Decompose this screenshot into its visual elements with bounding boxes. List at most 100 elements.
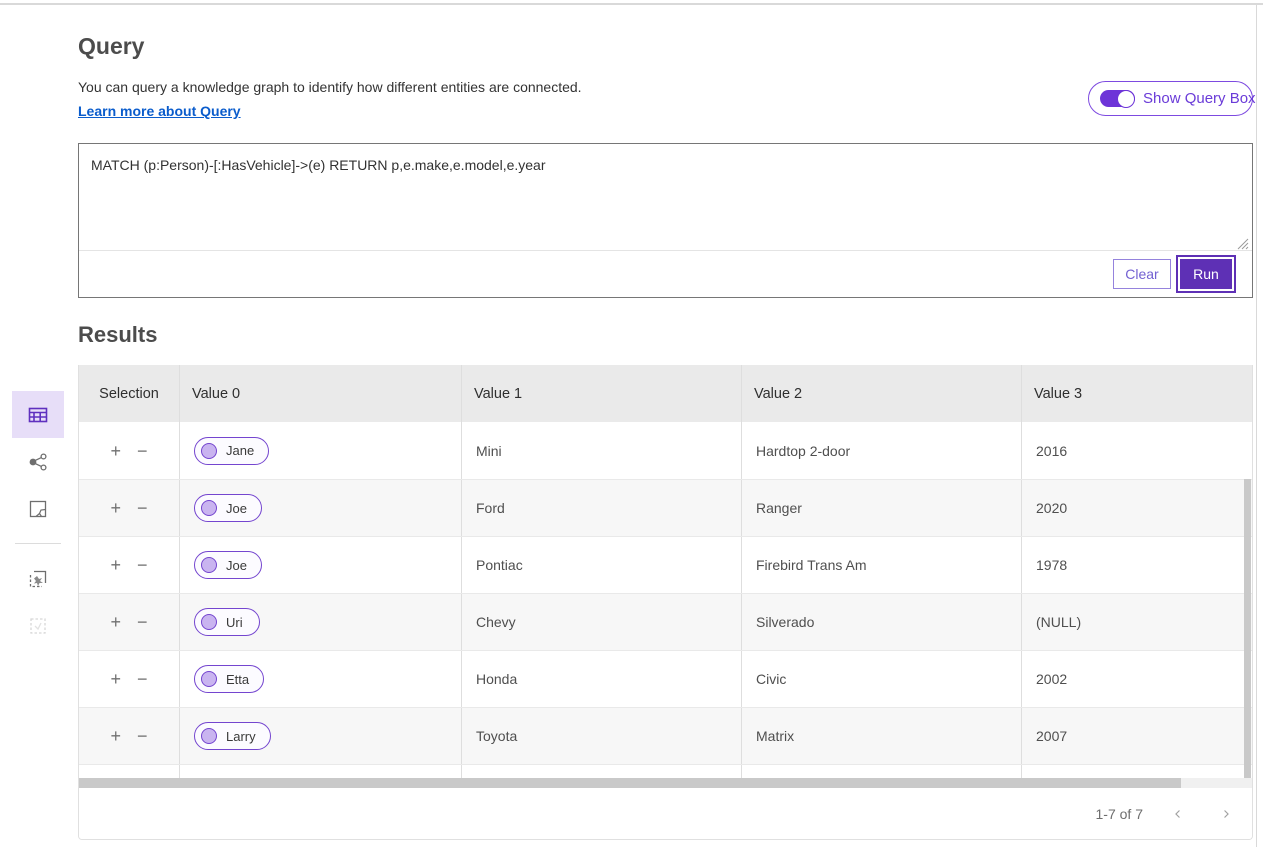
remove-selection-button[interactable]: −: [137, 670, 148, 688]
entity-name: Joe: [226, 501, 247, 516]
remove-selection-button[interactable]: −: [137, 442, 148, 460]
column-header-selection[interactable]: Selection: [79, 365, 179, 422]
top-panel-divider: [0, 3, 1263, 5]
table-row-partial: [79, 764, 1252, 778]
column-header-value1[interactable]: Value 1: [461, 365, 741, 422]
page-title: Query: [78, 33, 144, 60]
selection-cell: + −: [79, 422, 179, 479]
table-row: + − Uri Chevy Silverado (NULL): [79, 593, 1252, 650]
entity-name: Joe: [226, 558, 247, 573]
selection-cell: + −: [79, 480, 179, 536]
expand-selection-button[interactable]: +: [110, 442, 121, 460]
resize-grip-icon[interactable]: [1237, 238, 1249, 250]
value3-cell: (NULL): [1021, 594, 1252, 650]
results-table-card: Selection Value 0 Value 1 Value 2 Value …: [78, 365, 1253, 840]
previous-page-button[interactable]: [1165, 801, 1191, 827]
selection-cell: + −: [79, 537, 179, 593]
value1-cell: Pontiac: [461, 537, 741, 593]
entity-pill[interactable]: Joe: [194, 494, 262, 522]
next-page-button[interactable]: [1213, 801, 1239, 827]
value1-cell: Honda: [461, 651, 741, 707]
remove-selection-button[interactable]: −: [137, 613, 148, 631]
sidebar-item-link-chart-view[interactable]: [12, 438, 64, 485]
remove-selection-button[interactable]: −: [137, 499, 148, 517]
run-button[interactable]: Run: [1180, 259, 1232, 289]
value3-cell: 2020: [1021, 480, 1252, 536]
entity-name: Jane: [226, 443, 254, 458]
entity-cell: Jane: [179, 422, 461, 479]
entity-node-icon: [201, 500, 217, 516]
table-body: + − Jane Mini Hardtop 2-door 2016 + −: [79, 422, 1252, 778]
column-header-value3[interactable]: Value 3: [1021, 365, 1252, 422]
sidebar-divider: [15, 543, 61, 544]
clear-button[interactable]: Clear: [1113, 259, 1171, 289]
entity-pill[interactable]: Uri: [194, 608, 260, 636]
learn-more-link[interactable]: Learn more about Query: [78, 103, 241, 119]
selection-cell: + −: [79, 594, 179, 650]
sidebar-item-table-view[interactable]: [12, 391, 64, 438]
value1-cell: Ford: [461, 480, 741, 536]
pagination-bar: 1-7 of 7: [79, 788, 1252, 839]
expand-selection-button[interactable]: +: [110, 613, 121, 631]
column-header-value2[interactable]: Value 2: [741, 365, 1021, 422]
entity-pill[interactable]: Larry: [194, 722, 271, 750]
expand-selection-button[interactable]: +: [110, 670, 121, 688]
table-row: + − Etta Honda Civic 2002: [79, 650, 1252, 707]
table-row: + − Joe Pontiac Firebird Trans Am 1978: [79, 536, 1252, 593]
query-page: Query You can query a knowledge graph to…: [0, 0, 1263, 847]
entity-name: Larry: [226, 729, 256, 744]
toggle-knob: [1117, 90, 1135, 108]
value1-cell: Chevy: [461, 594, 741, 650]
value3-cell: 2016: [1021, 422, 1252, 479]
entity-node-icon: [201, 671, 217, 687]
entity-cell: Etta: [179, 651, 461, 707]
toggle-switch-icon[interactable]: [1100, 90, 1135, 107]
toggle-label: Show Query Box: [1143, 90, 1256, 107]
entity-cell: Uri: [179, 594, 461, 650]
query-button-bar: Clear Run: [79, 251, 1252, 297]
entity-name: Uri: [226, 615, 243, 630]
value1-cell: Mini: [461, 422, 741, 479]
selection-view-icon: [26, 614, 50, 638]
value2-cell: [741, 765, 1021, 778]
query-input[interactable]: MATCH (p:Person)-[:HasVehicle]->(e) RETU…: [79, 144, 1252, 251]
value3-cell: 2002: [1021, 651, 1252, 707]
sidebar-item-add-to-map[interactable]: [12, 555, 64, 602]
pagination-range: 1-7 of 7: [1096, 806, 1143, 822]
table-row: + − Larry Toyota Matrix 2007: [79, 707, 1252, 764]
entity-node-icon: [201, 728, 217, 744]
right-panel-divider: [1256, 3, 1257, 847]
value2-cell: Hardtop 2-door: [741, 422, 1021, 479]
show-query-box-toggle[interactable]: Show Query Box: [1088, 81, 1253, 116]
table-row: + − Joe Ford Ranger 2020: [79, 479, 1252, 536]
entity-cell: Joe: [179, 537, 461, 593]
remove-selection-button[interactable]: −: [137, 556, 148, 574]
value3-cell: 1978: [1021, 537, 1252, 593]
expand-selection-button[interactable]: +: [110, 556, 121, 574]
page-description: You can query a knowledge graph to ident…: [78, 79, 582, 95]
entity-node-icon: [201, 614, 217, 630]
value2-cell: Firebird Trans Am: [741, 537, 1021, 593]
entity-pill[interactable]: Jane: [194, 437, 269, 465]
horizontal-scrollbar-thumb[interactable]: [79, 778, 1181, 788]
entity-pill[interactable]: Etta: [194, 665, 264, 693]
selection-cell: + −: [79, 651, 179, 707]
entity-cell: Joe: [179, 480, 461, 536]
vertical-scrollbar[interactable]: [1244, 479, 1251, 778]
value2-cell: Silverado: [741, 594, 1021, 650]
expand-selection-button[interactable]: +: [110, 499, 121, 517]
expand-selection-button[interactable]: +: [110, 727, 121, 745]
entity-pill[interactable]: Joe: [194, 551, 262, 579]
entity-node-icon: [201, 557, 217, 573]
chevron-right-icon: [1219, 807, 1233, 821]
entity-cell: Larry: [179, 708, 461, 764]
link-chart-view-icon: [26, 450, 50, 474]
remove-selection-button[interactable]: −: [137, 727, 148, 745]
column-header-value0[interactable]: Value 0: [179, 365, 461, 422]
sidebar-item-map-view[interactable]: [12, 485, 64, 532]
table-header-row: Selection Value 0 Value 1 Value 2 Value …: [79, 365, 1252, 422]
selection-cell: [79, 765, 179, 778]
value3-cell: 2007: [1021, 708, 1252, 764]
horizontal-scrollbar[interactable]: [79, 778, 1252, 788]
value2-cell: Matrix: [741, 708, 1021, 764]
